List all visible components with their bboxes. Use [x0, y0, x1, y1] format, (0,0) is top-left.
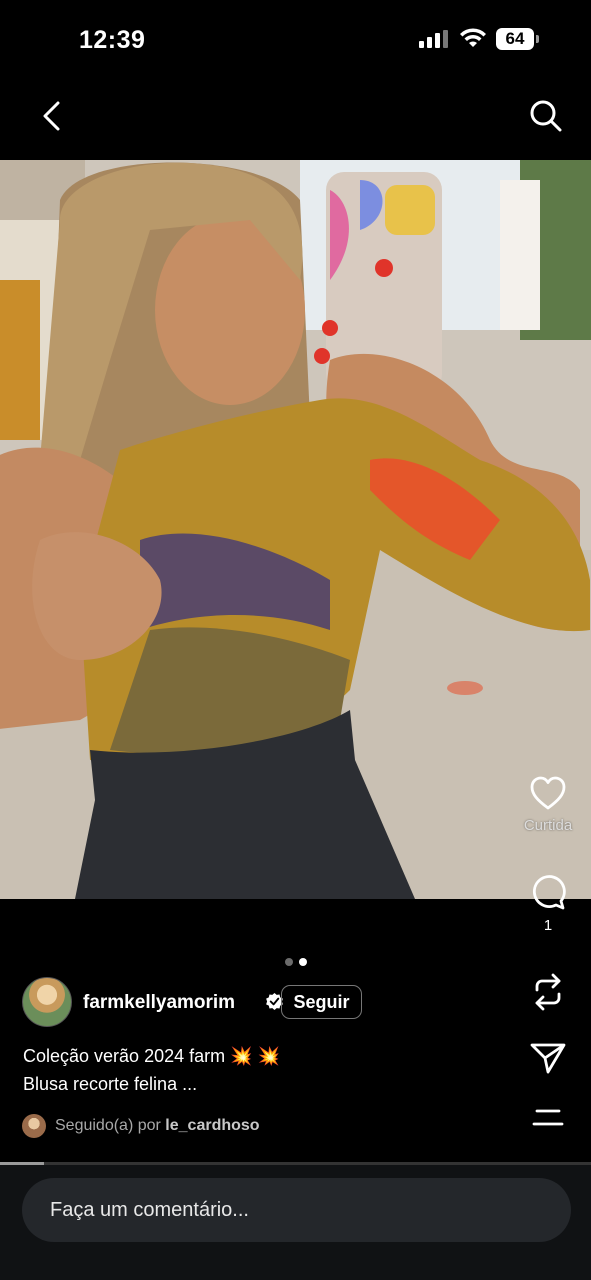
battery-tip	[536, 35, 539, 43]
carousel-dot-active	[299, 958, 307, 966]
nav-bar	[0, 80, 591, 160]
battery-icon: 64	[496, 28, 534, 50]
comment-button[interactable]: 1	[518, 873, 578, 934]
caption-line-1: Coleção verão 2024 farm	[23, 1046, 226, 1066]
username[interactable]: farmkellyamorim	[83, 992, 235, 1014]
status-bar: 12:39 64	[0, 0, 591, 80]
more-button[interactable]	[518, 1106, 578, 1130]
repost-icon	[535, 973, 561, 1011]
followed-by-text: Seguido(a) por le_cardhoso	[55, 1117, 260, 1135]
follower-avatar	[22, 1114, 46, 1138]
caption-emoji: 💥 💥	[230, 1046, 280, 1066]
carousel-dot	[285, 958, 293, 966]
search-icon[interactable]	[526, 96, 566, 136]
caption[interactable]: Coleção verão 2024 farm 💥 💥 Blusa recort…	[23, 1042, 280, 1098]
like-label: Curtida	[523, 817, 573, 834]
more-icon	[532, 1109, 564, 1126]
comment-icon	[532, 875, 566, 910]
heart-icon	[530, 776, 566, 810]
caption-line-2: Blusa recorte felina ...	[23, 1074, 198, 1094]
post-photo	[0, 160, 591, 899]
chevron-left-icon[interactable]	[36, 96, 68, 136]
avatar[interactable]	[22, 977, 72, 1027]
followed-by-user: le_cardhoso	[165, 1117, 260, 1134]
repost-button[interactable]	[518, 972, 578, 1012]
followed-by-prefix: Seguido(a) por	[55, 1117, 161, 1134]
signal-icon	[419, 30, 449, 48]
post-media[interactable]: Curtida	[0, 160, 591, 899]
like-button[interactable]: Curtida	[518, 775, 578, 834]
comment-input[interactable]	[22, 1178, 571, 1242]
follow-button[interactable]: Seguir	[281, 985, 362, 1019]
status-time: 12:39	[79, 26, 146, 54]
wifi-icon	[460, 28, 486, 47]
share-button[interactable]	[518, 1040, 578, 1076]
share-icon	[530, 1043, 566, 1074]
comment-count: 1	[543, 917, 553, 934]
carousel-indicator	[285, 953, 313, 971]
